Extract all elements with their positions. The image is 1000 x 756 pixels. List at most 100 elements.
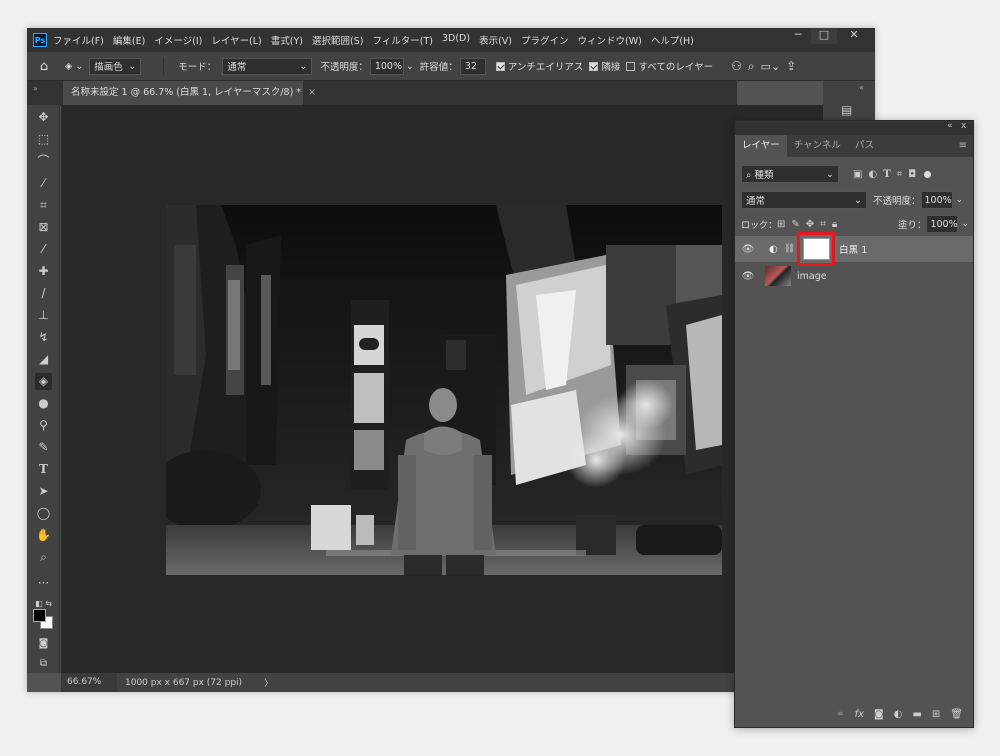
status-arrow-icon[interactable]: 〉: [264, 676, 273, 689]
lock-transparency-icon[interactable]: ⊞: [777, 219, 785, 230]
filter-kind-select[interactable]: ⌕ 種類 ⌄: [741, 165, 839, 183]
tab-paths[interactable]: パス: [848, 135, 881, 157]
opacity-input[interactable]: 100%: [369, 57, 404, 75]
home-icon[interactable]: ⌂: [27, 59, 61, 74]
document-tab[interactable]: 名称未設定 1 @ 66.7% (白黒 1, レイヤーマスク/8) * ×: [63, 81, 316, 105]
menu-window[interactable]: ウィンドウ(W): [578, 33, 642, 47]
ellipse-tool-icon[interactable]: ◯: [35, 505, 52, 522]
opacity-chevron-icon[interactable]: ⌄: [956, 195, 964, 205]
more-tools-icon[interactable]: ···: [35, 575, 52, 592]
pen-tool-icon[interactable]: ✎: [35, 439, 52, 456]
menu-layer[interactable]: レイヤー(L): [211, 33, 261, 47]
magic-wand-tool-icon[interactable]: ⁄: [35, 175, 52, 192]
minimize-button[interactable]: ─: [785, 28, 811, 44]
search-icon[interactable]: ⌕: [748, 59, 755, 74]
history-panel-icon[interactable]: ▤: [841, 103, 852, 117]
menu-select[interactable]: 選択範囲(S): [312, 33, 363, 47]
hand-tool-icon[interactable]: ✋: [35, 527, 52, 544]
layer-mask-thumbnail[interactable]: [802, 238, 830, 260]
share-user-icon[interactable]: ⚇: [731, 59, 742, 73]
lock-position-icon[interactable]: ✥: [806, 219, 814, 230]
paint-bucket-preset-icon[interactable]: ◈ ⌄: [65, 61, 83, 72]
tab-close-icon[interactable]: ×: [308, 87, 316, 98]
delete-layer-icon[interactable]: 🗑︎: [950, 709, 963, 720]
tolerance-input[interactable]: 32: [459, 57, 486, 75]
layer-row-image[interactable]: 👁︎ image: [735, 263, 973, 289]
tab-channels[interactable]: チャンネル: [787, 135, 848, 157]
lock-all-icon[interactable]: 🔒︎: [832, 219, 837, 230]
type-filter-icon[interactable]: T: [883, 169, 890, 180]
contiguous-toggle[interactable]: 隣接: [589, 59, 620, 73]
quick-mask-icon[interactable]: ◙: [35, 635, 52, 652]
pixel-filter-icon[interactable]: ▣: [853, 169, 862, 180]
fill-chevron-icon[interactable]: ⌄: [961, 219, 969, 229]
frame-tool-icon[interactable]: ⊠: [35, 219, 52, 236]
contiguous-checkbox[interactable]: [589, 61, 599, 71]
antialias-checkbox[interactable]: [495, 61, 505, 71]
filter-toggle[interactable]: [924, 170, 932, 178]
mask-link-icon[interactable]: ⛓: [784, 244, 795, 254]
collapse-dock-icon[interactable]: «: [859, 83, 864, 92]
eyedropper-tool-icon[interactable]: ⁄: [35, 241, 52, 258]
visibility-eye-icon[interactable]: 👁︎: [739, 244, 757, 255]
lock-pixels-icon[interactable]: ✎: [791, 219, 799, 230]
dodge-tool-icon[interactable]: ⚲: [35, 417, 52, 434]
new-adjustment-icon[interactable]: ◐: [894, 709, 903, 720]
paint-bucket-tool-icon[interactable]: ◈: [35, 373, 52, 390]
antialias-toggle[interactable]: アンチエイリアス: [495, 59, 583, 73]
menu-image[interactable]: イメージ(I): [154, 33, 202, 47]
healing-brush-tool-icon[interactable]: ✚: [35, 263, 52, 280]
mode-select[interactable]: 通常 ⌄: [222, 57, 313, 75]
document-canvas[interactable]: [166, 205, 722, 575]
panel-collapse-icon[interactable]: «: [947, 121, 953, 131]
blur-tool-icon[interactable]: ●: [35, 395, 52, 412]
path-selection-tool-icon[interactable]: ➤: [35, 483, 52, 500]
add-mask-icon[interactable]: ◙: [874, 709, 884, 720]
type-tool-icon[interactable]: T: [35, 461, 52, 478]
new-group-icon[interactable]: ▬: [912, 709, 921, 720]
all-layers-checkbox[interactable]: [626, 61, 636, 71]
all-layers-toggle[interactable]: すべてのレイヤー: [626, 59, 713, 73]
menu-view[interactable]: 表示(V): [479, 33, 512, 47]
lasso-tool-icon[interactable]: ⌒: [35, 153, 52, 170]
menu-edit[interactable]: 編集(E): [113, 33, 145, 47]
expand-toolbar-icon[interactable]: »: [33, 84, 38, 93]
foreground-color-swatch[interactable]: [33, 609, 46, 622]
close-button[interactable]: ✕: [839, 28, 869, 44]
lock-artboard-icon[interactable]: ⌗: [820, 219, 826, 230]
marquee-tool-icon[interactable]: ⬚: [35, 131, 52, 148]
tab-layers[interactable]: レイヤー: [735, 135, 787, 157]
adjustment-filter-icon[interactable]: ◐: [868, 169, 877, 180]
clone-stamp-tool-icon[interactable]: ⊥: [35, 307, 52, 324]
screen-mode-icon[interactable]: ⧉: [35, 655, 52, 672]
menu-file[interactable]: ファイル(F): [53, 33, 104, 47]
shape-filter-icon[interactable]: ⌗: [897, 169, 903, 180]
panel-menu-icon[interactable]: ≡: [959, 140, 967, 151]
new-layer-icon[interactable]: ⊞: [932, 709, 940, 720]
menu-type[interactable]: 書式(Y): [271, 33, 303, 47]
maximize-button[interactable]: □: [811, 28, 837, 44]
zoom-tool-icon[interactable]: ⌕: [35, 549, 52, 566]
fill-input[interactable]: 100%: [926, 215, 959, 233]
blend-mode-select[interactable]: 通常 ⌄: [741, 191, 867, 209]
layer-opacity-input[interactable]: 100%: [920, 191, 953, 209]
workspace-icon[interactable]: ▭⌄: [761, 60, 781, 73]
eraser-tool-icon[interactable]: ◢: [35, 351, 52, 368]
history-brush-tool-icon[interactable]: ↯: [35, 329, 52, 346]
zoom-level[interactable]: 66.67%: [61, 673, 117, 692]
fill-source-select[interactable]: 描画色 ⌄: [89, 57, 142, 75]
move-tool-icon[interactable]: ✥: [35, 109, 52, 126]
fx-icon[interactable]: fx: [855, 709, 864, 720]
share-icon[interactable]: ⇪: [786, 59, 796, 73]
visibility-eye-icon[interactable]: 👁︎: [739, 271, 757, 282]
layer-row-bw[interactable]: 👁︎ ◐ ⛓ 白黒 1: [735, 232, 973, 266]
crop-tool-icon[interactable]: ⌗: [35, 197, 52, 214]
brush-tool-icon[interactable]: /: [35, 285, 52, 302]
smart-object-filter-icon[interactable]: ◘: [908, 169, 916, 180]
menu-3d[interactable]: 3D(D): [442, 33, 470, 47]
menu-filter[interactable]: フィルター(T): [372, 33, 433, 47]
panel-close-icon[interactable]: x: [961, 121, 966, 131]
opacity-chevron-icon[interactable]: ⌄: [406, 61, 414, 72]
link-layers-icon[interactable]: ⚭: [836, 709, 844, 720]
menu-plugins[interactable]: プラグイン: [521, 33, 569, 47]
